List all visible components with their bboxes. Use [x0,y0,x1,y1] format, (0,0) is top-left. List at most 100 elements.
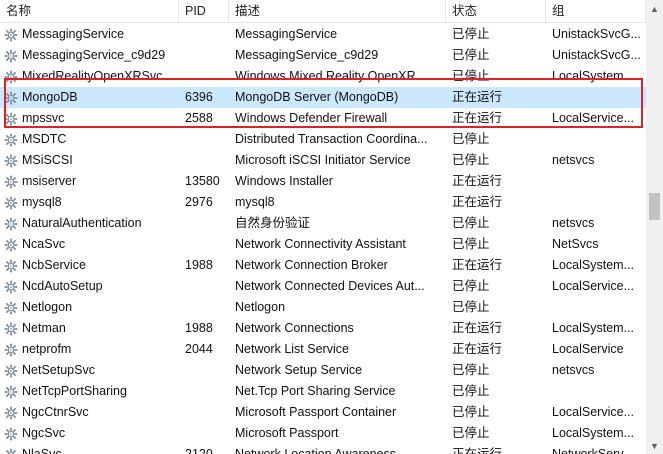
table-row[interactable]: NcbService 1988 Network Connection Broker 正… [0,255,646,276]
gear-service-icon [4,405,22,420]
gear-service-icon [4,342,22,357]
column-header-pid[interactable]: PID [179,0,229,22]
table-row[interactable]: MixedRealityOpenXRSvc Windows Mixed Reali… [0,66,646,87]
table-row[interactable]: MSiSCSI Microsoft iSCSI Initiator Service… [0,150,646,171]
service-name-cell: NaturalAuthentication [0,213,179,234]
table-row[interactable]: NgcSvc Microsoft Passport 已停止 LocalSystem..… [0,423,646,444]
service-group: netsvcs [552,216,595,230]
table-row[interactable]: netprofm 2044 Network List Service 正在运行 Loca… [0,339,646,360]
gear-service-icon [4,195,22,210]
scrollbar-thumb[interactable] [649,193,660,220]
service-status: 正在运行 [452,258,503,272]
service-status: 已停止 [452,384,490,398]
service-name-cell: mysql8 [0,192,179,213]
service-group [546,192,646,213]
service-name: NgcSvc [22,426,66,440]
gear-service-icon [4,279,22,294]
service-description: Network List Service [235,342,349,356]
services-list-view: 名称 PID 描述 状态 组 MessagingService Messaging… [0,0,663,454]
table-row[interactable]: NlaSvc 2120 Network Location Awareness 正在运行… [0,444,646,454]
service-name-cell: MSDTC [0,129,179,150]
service-description: MessagingService [235,27,338,41]
gear-service-icon [4,48,22,63]
table-row[interactable]: Netlogon Netlogon 已停止 [0,297,646,318]
service-name-cell: msiserver [0,171,179,192]
service-pid: 13580 [185,174,220,188]
service-name-cell: MessagingService [0,24,179,45]
table-row[interactable]: NgcCtnrSvc Microsoft Passport Container 已停… [0,402,646,423]
service-status: 已停止 [452,237,490,251]
service-name-cell: NlaSvc [0,444,179,454]
service-name-cell: NgcSvc [0,423,179,444]
table-row[interactable]: NcaSvc Network Connectivity Assistant 已停止 N… [0,234,646,255]
table-row[interactable]: msiserver 13580 Windows Installer 正在运行 [0,171,646,192]
service-name-cell: netprofm [0,339,179,360]
gear-service-icon [4,363,22,378]
service-name-cell: MongoDB [0,87,179,108]
service-status: 已停止 [452,363,490,377]
table-row[interactable]: MongoDB 6396 MongoDB Server (MongoDB) 正在运行 [0,87,646,108]
service-group [546,87,646,108]
service-name-cell: NcbService [0,255,179,276]
service-name: Netlogon [22,300,73,314]
service-description: Net.Tcp Port Sharing Service [235,384,396,398]
table-row[interactable]: NcdAutoSetup Network Connected Devices Au… [0,276,646,297]
table-row[interactable]: Netman 1988 Network Connections 正在运行 LocalSy… [0,318,646,339]
service-group [546,129,646,150]
table-row[interactable]: MessagingService MessagingService 已停止 Unist… [0,24,646,45]
service-name-cell: NetSetupSvc [0,360,179,381]
service-pid: 6396 [185,90,213,104]
column-header-name[interactable]: 名称 [0,0,179,22]
service-name: NcbService [22,258,86,272]
service-name: MSiSCSI [22,153,73,167]
service-pid: 1988 [185,258,213,272]
service-status: 正在运行 [452,195,503,209]
service-pid [179,360,229,381]
table-row[interactable]: MessagingService_c9d29 MessagingService_c… [0,45,646,66]
service-pid [179,45,229,66]
column-header-status[interactable]: 状态 [446,0,546,22]
service-group: LocalSystem... [552,426,634,440]
service-status: 已停止 [452,279,490,293]
service-status: 已停止 [452,48,490,62]
service-description: MongoDB Server (MongoDB) [235,90,399,104]
table-row[interactable]: NaturalAuthentication 自然身份验证 已停止 netsvcs [0,213,646,234]
column-header-description[interactable]: 描述 [229,0,446,22]
scroll-down-arrow-icon[interactable]: ▼ [646,437,663,454]
service-group: LocalSystem... [552,69,634,83]
service-description: Windows Installer [235,174,333,188]
vertical-scrollbar[interactable]: ▲ ▼ [646,0,663,454]
gear-service-icon [4,384,22,399]
service-description: Network Connectivity Assistant [235,237,406,251]
table-row[interactable]: mysql8 2976 mysql8 正在运行 [0,192,646,213]
service-name: NgcCtnrSvc [22,405,89,419]
service-pid [179,381,229,402]
service-name: MessagingService [22,27,125,41]
service-name: MSDTC [22,132,67,146]
service-name-cell: Netman [0,318,179,339]
table-row[interactable]: NetTcpPortSharing Net.Tcp Port Sharing Se… [0,381,646,402]
service-pid: 2976 [185,195,213,209]
service-group [546,381,646,402]
table-row[interactable]: NetSetupSvc Network Setup Service 已停止 netsv… [0,360,646,381]
service-description: Network Connected Devices Aut... [235,279,425,293]
service-name: NlaSvc [22,447,62,454]
service-pid: 1988 [185,321,213,335]
service-group: LocalService [552,342,624,356]
table-row[interactable]: mpssvc 2588 Windows Defender Firewall 正在运行 L… [0,108,646,129]
scroll-up-arrow-icon[interactable]: ▲ [646,0,663,17]
gear-service-icon [4,27,22,42]
service-group: NetSvcs [552,237,599,251]
service-status: 正在运行 [452,90,503,104]
service-pid [179,24,229,45]
service-name-cell: NgcCtnrSvc [0,402,179,423]
table-row[interactable]: MSDTC Distributed Transaction Coordina...… [0,129,646,150]
column-header-group[interactable]: 组 [546,0,646,22]
service-group: NetworkServ... [552,447,634,454]
service-status: 已停止 [452,300,490,314]
service-description: Network Setup Service [235,363,363,377]
gear-service-icon [4,90,22,105]
service-description: Network Connection Broker [235,258,388,272]
service-description: Windows Defender Firewall [235,111,388,125]
gear-service-icon [4,216,22,231]
